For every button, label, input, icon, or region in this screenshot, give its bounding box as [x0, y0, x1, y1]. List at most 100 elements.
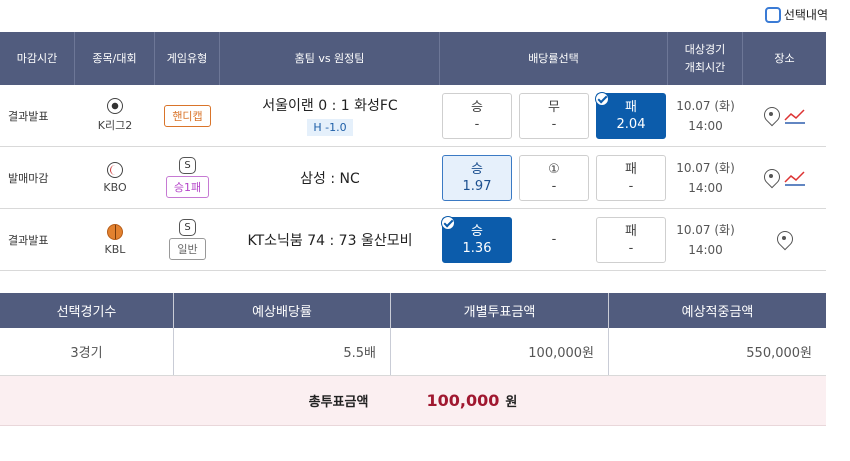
odds-value: -	[551, 116, 557, 132]
summary-games-value: 3경기	[0, 328, 174, 375]
sport-cell: K리그2	[75, 85, 155, 146]
odds-label: 패	[625, 223, 637, 239]
table-header: 마감시간 종목/대회 게임유형 홈팀 vs 원정팀 배당률선택 대상경기 개최시…	[0, 32, 826, 85]
odds-win-button[interactable]: 승 -	[442, 92, 512, 139]
header-date: 대상경기 개최시간	[668, 32, 743, 85]
match-cell: 삼성 : NC	[220, 147, 440, 208]
odds-one-button[interactable]: ① -	[519, 154, 589, 201]
trend-chart-icon[interactable]	[784, 170, 806, 186]
summary-values: 3경기 5.5배 100,000원 550,000원	[0, 328, 826, 376]
header-date-line2: 개최시간	[684, 60, 726, 74]
odds-win-button[interactable]: 승 1.97	[442, 154, 512, 201]
table-row: 결과발표 KBL S 일반 KT소닉붐 74 : 73 울산모비 승 1.36 …	[0, 209, 826, 271]
check-icon	[595, 91, 609, 106]
row-status: 결과발표	[8, 233, 49, 247]
checkbox-icon[interactable]	[764, 6, 781, 23]
odds-label: 승	[471, 99, 483, 115]
location-pin-icon[interactable]	[776, 230, 793, 250]
match-time: 14:00	[688, 118, 723, 133]
odds-value: 1.36	[462, 240, 492, 256]
venue-cell	[743, 85, 826, 146]
header-venue: 장소	[774, 51, 795, 65]
date-cell: 10.07 (화) 14:00	[668, 209, 743, 270]
odds-value: -	[474, 116, 480, 132]
odds-lose-button[interactable]: 패 -	[596, 216, 666, 263]
match-teams: 삼성 : NC	[300, 170, 360, 187]
header-match: 홈팀 vs 원정팀	[220, 32, 440, 85]
bet-summary: 선택경기수 예상배당률 개별투표금액 예상적중금액 3경기 5.5배 100,0…	[0, 293, 826, 426]
total-stake-unit: 원	[505, 395, 518, 410]
match-time: 14:00	[688, 180, 723, 195]
selection-history-toggle[interactable]: 선택내역	[764, 6, 828, 23]
odds-label: ①	[548, 161, 560, 177]
selection-history-label: 선택내역	[783, 8, 828, 22]
location-pin-icon[interactable]	[763, 106, 780, 126]
odds-label: 패	[625, 99, 637, 115]
odds-draw-button[interactable]: 무 -	[519, 92, 589, 139]
odds-lose-button[interactable]: 패 2.04	[595, 91, 666, 139]
venue-cell	[743, 147, 826, 208]
match-teams: KT소닉붐 74 : 73 울산모비	[247, 232, 413, 249]
odds-value: -	[628, 240, 634, 256]
league-name: K리그2	[97, 119, 133, 132]
header-game-type: 게임유형	[155, 32, 220, 85]
s-mark-icon: S	[179, 157, 196, 174]
league-name: KBL	[104, 242, 126, 256]
odds-value: 2.04	[616, 116, 646, 132]
game-type-cell: 핸디캡	[155, 85, 220, 146]
summary-stake-value: 100,000원	[391, 328, 609, 375]
odds-cell: 승 1.36 - 패 -	[440, 209, 668, 270]
odds-value: -	[551, 178, 557, 194]
odds-label: 무	[548, 99, 560, 115]
odds-win-button[interactable]: 승 1.36	[441, 215, 512, 263]
row-status: 결과발표	[8, 109, 49, 123]
odds-label: 승	[471, 223, 483, 239]
header-time: 마감시간	[0, 32, 75, 85]
match-cell: KT소닉붐 74 : 73 울산모비	[220, 209, 440, 270]
match-date: 10.07 (화)	[676, 222, 735, 237]
summary-header-stake: 개별투표금액	[391, 293, 609, 328]
match-time: 14:00	[688, 242, 723, 257]
match-cell: 서울이랜 0 : 1 화성FC H -1.0	[220, 85, 440, 146]
odds-value: -	[628, 178, 634, 194]
match-date: 10.07 (화)	[676, 98, 735, 113]
summary-payout-value: 550,000원	[746, 346, 812, 361]
odds-label: 승	[471, 161, 483, 177]
game-type-tag: 승1패	[165, 176, 210, 198]
sport-cell: KBO	[75, 147, 155, 208]
total-stake-amount: 100,000	[426, 391, 500, 410]
odds-cell: 승 - 무 - 패 2.04	[440, 85, 668, 146]
odds-value: 1.97	[462, 178, 492, 194]
odds-cell: 승 1.97 ① - 패 -	[440, 147, 668, 208]
odds-lose-button[interactable]: 패 -	[596, 154, 666, 201]
total-stake-bar: 총투표금액 100,000 원	[0, 376, 826, 426]
summary-header-payout: 예상적중금액	[681, 305, 754, 320]
header-date-line1: 대상경기	[684, 42, 726, 56]
trend-chart-icon[interactable]	[784, 108, 806, 124]
summary-odds-value: 5.5배	[174, 328, 391, 375]
game-type-cell: S 승1패	[155, 147, 220, 208]
odds-label: 패	[625, 161, 637, 177]
odds-draw-placeholder: -	[519, 217, 589, 263]
league-name: KBO	[103, 180, 127, 194]
date-cell: 10.07 (화) 14:00	[668, 147, 743, 208]
handicap-line: H -1.0	[307, 119, 353, 136]
header-sport: 종목/대회	[75, 32, 155, 85]
baseball-icon	[107, 161, 123, 178]
game-type-tag: 일반	[169, 238, 206, 260]
table-row: 발매마감 KBO S 승1패 삼성 : NC 승 1.97 ① - 패 - 10…	[0, 147, 826, 209]
match-date: 10.07 (화)	[676, 160, 735, 175]
game-type-cell: S 일반	[155, 209, 220, 270]
date-cell: 10.07 (화) 14:00	[668, 85, 743, 146]
total-stake-label: 총투표금액	[308, 395, 369, 410]
sport-cell: KBL	[75, 209, 155, 270]
basketball-icon	[107, 223, 123, 240]
s-mark-icon: S	[179, 219, 196, 236]
game-type-tag: 핸디캡	[164, 104, 211, 127]
venue-cell	[743, 209, 826, 270]
location-pin-icon[interactable]	[763, 168, 780, 188]
summary-header-odds: 예상배당률	[174, 293, 391, 328]
match-teams: 서울이랜 0 : 1 화성FC	[262, 98, 398, 114]
table-row: 결과발표 K리그2 핸디캡 서울이랜 0 : 1 화성FC H -1.0 승 -…	[0, 85, 826, 147]
odds-value: -	[551, 232, 557, 247]
